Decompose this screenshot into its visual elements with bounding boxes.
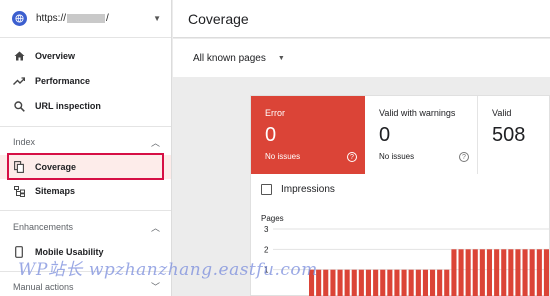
section-label-enhancements: Enhancements: [13, 222, 74, 232]
chart-bar[interactable]: [515, 249, 521, 296]
chart-bar[interactable]: [494, 249, 500, 296]
sidebar-item-overview[interactable]: Overview: [0, 44, 171, 68]
chart-bar[interactable]: [401, 269, 407, 296]
chevron-up-icon[interactable]: ︿: [151, 136, 160, 149]
globe-icon: [12, 11, 27, 26]
valid-count: 508: [492, 124, 526, 146]
error-label: Error: [265, 108, 285, 118]
chart-bar[interactable]: [529, 249, 535, 296]
section-label-manual-actions: Manual actions: [13, 282, 74, 292]
chart-bar[interactable]: [337, 269, 343, 296]
warnings-tile[interactable]: Valid with warnings 0 No issues ?: [365, 96, 478, 174]
chart-bar[interactable]: [501, 249, 507, 296]
sidebar-item-label: Performance: [35, 76, 91, 86]
chart-bar[interactable]: [430, 269, 436, 296]
chart-bar[interactable]: [415, 269, 421, 296]
sitemap-icon: [13, 185, 25, 197]
chart-bar[interactable]: [380, 269, 386, 296]
caret-down-icon[interactable]: ▼: [153, 14, 161, 23]
chart-bar[interactable]: [508, 249, 514, 296]
warnings-count: 0: [379, 124, 391, 146]
property-url: https:// /: [36, 13, 109, 24]
chart-bar[interactable]: [365, 269, 371, 296]
chevron-down-icon[interactable]: ﹀: [151, 280, 160, 293]
sidebar-item-label: Overview: [35, 51, 76, 61]
property-url-prefix: https://: [36, 13, 67, 24]
chart-bar[interactable]: [408, 269, 414, 296]
property-selector[interactable]: https:// / ▼: [0, 0, 171, 38]
chart-bar[interactable]: [323, 269, 329, 296]
chart-bar[interactable]: [479, 249, 485, 296]
sidebar-item-sitemaps[interactable]: Sitemaps: [0, 179, 171, 203]
impressions-toggle[interactable]: Impressions: [261, 184, 335, 195]
y-axis-label: Pages: [261, 214, 284, 223]
page-filter-dropdown[interactable]: All known pages: [193, 53, 266, 64]
chart-bar[interactable]: [394, 269, 400, 296]
help-icon[interactable]: ?: [459, 152, 469, 162]
sidebar-item-label: URL inspection: [35, 101, 101, 111]
page-title: Coverage: [188, 10, 249, 27]
chart-bar[interactable]: [536, 249, 542, 296]
chevron-up-icon[interactable]: ︿: [151, 221, 160, 234]
warnings-label: Valid with warnings: [379, 108, 456, 118]
chart-bar[interactable]: [472, 249, 478, 296]
help-icon[interactable]: ?: [347, 152, 357, 162]
chart-bar[interactable]: [351, 269, 357, 296]
chart-bar[interactable]: [522, 249, 528, 296]
chart-bar[interactable]: [422, 269, 428, 296]
checkbox[interactable]: [261, 184, 272, 195]
divider: [0, 210, 171, 211]
trending-up-icon: [13, 75, 25, 87]
filter-bar: All known pages ▼: [173, 39, 550, 77]
error-count: 0: [265, 124, 277, 146]
coverage-chart: Pages321: [261, 214, 550, 296]
valid-label: Valid: [492, 108, 512, 118]
chart-bar[interactable]: [465, 249, 471, 296]
chart-bar[interactable]: [444, 269, 450, 296]
chart-bar[interactable]: [373, 269, 379, 296]
chart-bar[interactable]: [451, 249, 457, 296]
y-tick-label: 2: [264, 245, 269, 254]
sidebar-item-url-inspection[interactable]: URL inspection: [0, 94, 171, 118]
y-tick-label: 3: [264, 225, 269, 234]
divider: [0, 126, 171, 127]
property-url-suffix: /: [106, 13, 109, 24]
sidebar-item-label: Sitemaps: [35, 186, 76, 196]
impressions-label: Impressions: [281, 184, 335, 195]
home-icon: [13, 50, 25, 62]
chart-bar[interactable]: [358, 269, 364, 296]
chart-bar[interactable]: [437, 269, 443, 296]
sidebar-item-performance[interactable]: Performance: [0, 69, 171, 93]
error-tile[interactable]: Error 0 No issues ?: [251, 96, 365, 174]
highlight-box: [7, 153, 164, 180]
sidebar: https:// / ▼ Overview Performance URL in…: [0, 0, 172, 296]
chart-bar[interactable]: [486, 249, 492, 296]
chart-bar[interactable]: [543, 249, 549, 296]
search-icon: [13, 100, 25, 112]
valid-tile[interactable]: Valid 508: [478, 96, 550, 174]
section-label-index: Index: [13, 137, 36, 147]
chart-bar[interactable]: [330, 269, 336, 296]
watermark: WP站长 wpzhanzhang.eastfu.com: [18, 260, 318, 280]
page-title-bar: Coverage: [173, 0, 550, 38]
chart-bar[interactable]: [458, 249, 464, 296]
chart-bar[interactable]: [344, 269, 350, 296]
dropdown-arrow-icon[interactable]: ▼: [278, 55, 285, 62]
redacted-domain: [67, 14, 106, 23]
chart-bar[interactable]: [387, 269, 393, 296]
